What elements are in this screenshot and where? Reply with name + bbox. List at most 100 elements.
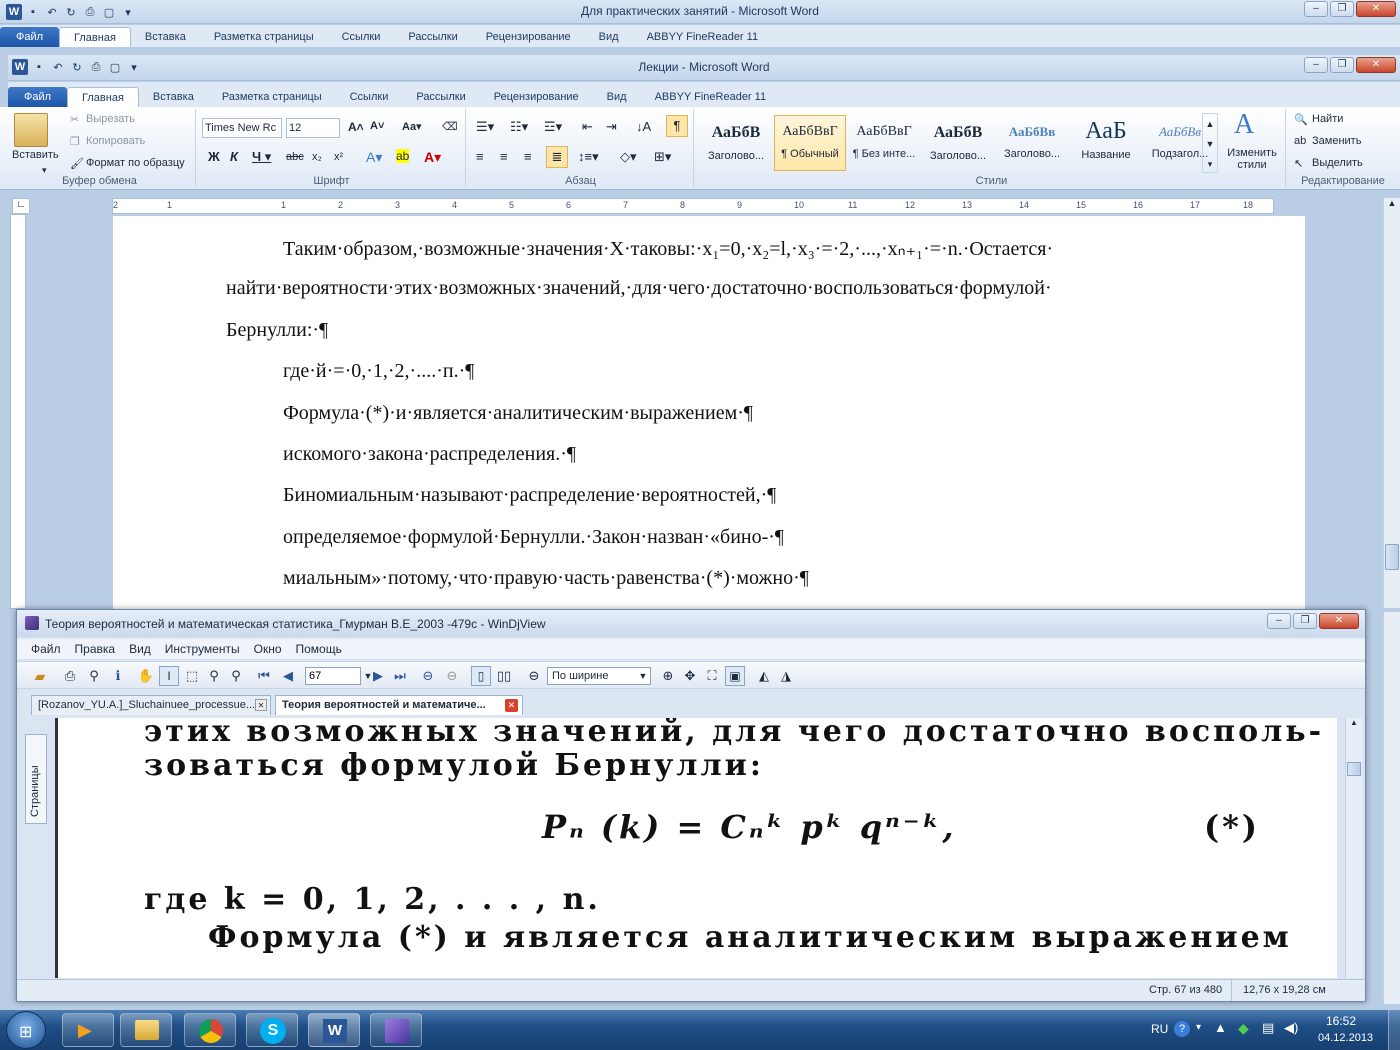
- tab-home[interactable]: Главная: [67, 87, 139, 107]
- document-tab-active[interactable]: Теория вероятностей и математиче...: [275, 695, 523, 715]
- select-icon[interactable]: ↖: [1294, 157, 1303, 170]
- styles-scroll-icon[interactable]: ▲ ▼ ▾: [1202, 113, 1218, 173]
- find-button[interactable]: Найти: [1312, 113, 1343, 125]
- find-icon[interactable]: 🔍: [1294, 113, 1308, 126]
- grow-font-icon[interactable]: A˄: [348, 120, 364, 134]
- select-button[interactable]: Выделить: [1312, 157, 1363, 169]
- tab-view[interactable]: Вид: [593, 87, 641, 107]
- close-button[interactable]: ✕: [1356, 57, 1396, 73]
- tab-selector-icon[interactable]: ∟: [12, 198, 30, 214]
- zoom-in-icon[interactable]: ⊕: [659, 667, 677, 685]
- zoom-out-icon[interactable]: ⊖: [525, 667, 543, 685]
- shrink-font-icon[interactable]: A˅: [370, 120, 384, 132]
- menu-tools[interactable]: Инструменты: [165, 642, 240, 656]
- next-page-icon[interactable]: ▶: [369, 667, 387, 685]
- scroll-thumb[interactable]: [1385, 544, 1399, 570]
- outer-tab-review[interactable]: Рецензирование: [472, 27, 585, 47]
- change-styles-icon[interactable]: A: [1234, 109, 1254, 141]
- close-tab-icon[interactable]: ✕: [255, 699, 267, 711]
- borders-icon[interactable]: ⊞▾: [654, 149, 671, 165]
- strikethrough-icon[interactable]: abc: [286, 151, 304, 163]
- close-tab-icon[interactable]: ✕: [505, 699, 518, 712]
- two-pages-icon[interactable]: ▯▯: [495, 667, 513, 685]
- taskbar-explorer[interactable]: [120, 1013, 172, 1047]
- menu-file[interactable]: Файл: [31, 642, 61, 656]
- last-page-icon[interactable]: ⏭: [391, 667, 409, 685]
- tab-references[interactable]: Ссылки: [336, 87, 403, 107]
- replace-button[interactable]: Заменить: [1312, 135, 1361, 147]
- paste-icon[interactable]: [14, 113, 48, 147]
- info-icon[interactable]: ℹ: [109, 667, 127, 685]
- menu-help[interactable]: Помощь: [296, 642, 342, 656]
- bullets-icon[interactable]: ☰▾: [476, 119, 494, 135]
- pages-panel-tab[interactable]: Страницы: [25, 734, 47, 824]
- scroll-up-icon[interactable]: ▲: [1384, 198, 1400, 214]
- forward-icon[interactable]: ⊖: [443, 667, 461, 685]
- underline-icon[interactable]: Ч ▾: [252, 149, 271, 165]
- cut-button[interactable]: Вырезать: [86, 113, 135, 125]
- show-formatting-marks-icon[interactable]: ¶: [666, 115, 688, 137]
- show-desktop-button[interactable]: [1388, 1010, 1400, 1050]
- help-icon[interactable]: ?: [1174, 1021, 1190, 1037]
- line-spacing-icon[interactable]: ↕≡▾: [578, 149, 599, 165]
- scroll-up-icon[interactable]: ▲: [1346, 718, 1362, 732]
- style-heading-2[interactable]: АаБбВ Заголово...: [922, 115, 994, 171]
- zoom-in-tool-icon[interactable]: ⚲: [205, 667, 223, 685]
- change-styles-button[interactable]: Изменить стили: [1222, 147, 1282, 171]
- djvu-vertical-scrollbar[interactable]: ▲: [1345, 718, 1362, 978]
- style-title[interactable]: АаБ Название: [1070, 115, 1142, 171]
- style-no-spacing[interactable]: АаБбВвГ ¶ Без инте...: [848, 115, 920, 171]
- close-button[interactable]: ✕: [1356, 1, 1396, 17]
- document-page[interactable]: Таким·образом,·возможные·значения·X·тако…: [113, 216, 1305, 612]
- vertical-ruler[interactable]: [10, 214, 26, 609]
- highlight-icon[interactable]: ab: [396, 149, 410, 163]
- previous-page-icon[interactable]: ◀: [279, 667, 297, 685]
- clear-format-icon[interactable]: ⌫: [442, 120, 458, 133]
- minimize-button[interactable]: –: [1304, 57, 1328, 73]
- scroll-thumb[interactable]: [1347, 762, 1361, 776]
- select-text-icon[interactable]: I: [159, 666, 179, 686]
- subscript-icon[interactable]: x₂: [312, 151, 322, 163]
- font-color-icon[interactable]: A▾: [424, 149, 441, 166]
- tab-review[interactable]: Рецензирование: [480, 87, 593, 107]
- first-page-icon[interactable]: ⏮: [255, 667, 273, 685]
- outer-tab-abbyy[interactable]: ABBYY FineReader 11: [633, 27, 773, 47]
- document-tab[interactable]: [Rozanov_YU.A.]_Sluchainuee_processue...…: [31, 695, 271, 715]
- font-size-input[interactable]: 12: [286, 118, 340, 138]
- fit-page-icon[interactable]: ⛶: [703, 667, 721, 685]
- fit-width-icon[interactable]: ✥: [681, 667, 699, 685]
- italic-icon[interactable]: К: [230, 149, 238, 164]
- actual-size-icon[interactable]: ▣: [725, 666, 745, 686]
- taskbar-windjview[interactable]: [370, 1013, 422, 1047]
- tray-dropdown-icon[interactable]: ▾: [1196, 1022, 1201, 1033]
- taskbar-chrome[interactable]: [184, 1013, 236, 1047]
- maximize-button[interactable]: ❐: [1293, 613, 1317, 629]
- single-page-icon[interactable]: ▯: [471, 666, 491, 686]
- outer-tab-layout[interactable]: Разметка страницы: [200, 27, 328, 47]
- rotate-right-icon[interactable]: ◮: [777, 667, 795, 685]
- tab-abbyy[interactable]: ABBYY FineReader 11: [641, 87, 781, 107]
- outer-tab-references[interactable]: Ссылки: [328, 27, 395, 47]
- select-area-icon[interactable]: ⬚: [183, 667, 201, 685]
- word-vertical-scrollbar[interactable]: ▲: [1383, 198, 1400, 608]
- open-icon[interactable]: ▰: [31, 667, 49, 685]
- minimize-button[interactable]: –: [1267, 613, 1291, 629]
- align-right-icon[interactable]: ≡: [524, 149, 532, 164]
- decrease-indent-icon[interactable]: ⇤: [582, 119, 593, 135]
- page-number-input[interactable]: [305, 667, 361, 685]
- taskbar-media-player[interactable]: ▶: [62, 1013, 114, 1047]
- outer-tab-home[interactable]: Главная: [59, 27, 131, 47]
- hand-tool-icon[interactable]: ✋: [137, 667, 155, 685]
- superscript-icon[interactable]: x²: [334, 151, 343, 163]
- maximize-button[interactable]: ❐: [1330, 57, 1354, 73]
- bold-icon[interactable]: Ж: [208, 149, 220, 164]
- close-button[interactable]: ✕: [1319, 613, 1359, 629]
- clock-time[interactable]: 16:52: [1326, 1014, 1356, 1028]
- tab-layout[interactable]: Разметка страницы: [208, 87, 336, 107]
- style-heading-1[interactable]: АаБбВ Заголово...: [700, 115, 772, 171]
- language-indicator[interactable]: RU: [1151, 1022, 1168, 1036]
- find-binoculars-icon[interactable]: ⚲: [85, 667, 103, 685]
- copy-button[interactable]: Копировать: [86, 135, 145, 147]
- replace-icon[interactable]: ab: [1294, 135, 1306, 147]
- paste-button[interactable]: Вставить: [12, 149, 59, 161]
